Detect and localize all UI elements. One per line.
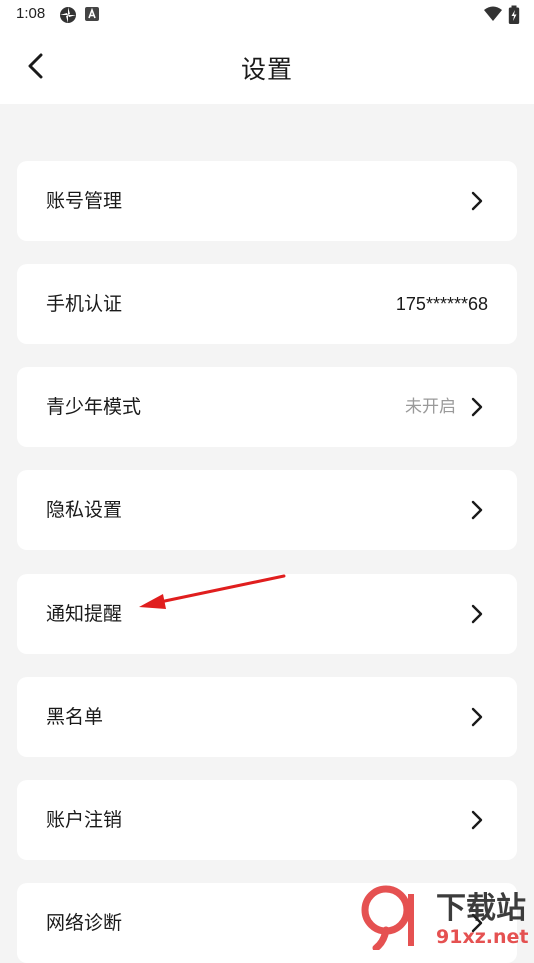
settings-item-label: 青少年模式: [46, 396, 142, 418]
settings-item-label: 黑名单: [46, 706, 104, 728]
settings-item-label: 通知提醒: [46, 603, 123, 625]
wifi-icon: [483, 5, 503, 27]
settings-item-label: 手机认证: [46, 293, 123, 315]
chevron-right-icon: [471, 500, 483, 520]
chevron-right-icon: [471, 810, 483, 830]
chevron-right-icon: [471, 604, 483, 624]
chevron-right-icon: [471, 191, 483, 211]
status-time: 1:08: [16, 5, 46, 22]
settings-item-label: 账号管理: [46, 190, 123, 212]
phone-number-value: 175******68: [395, 294, 488, 314]
settings-item-notifications[interactable]: 通知提醒: [17, 574, 517, 654]
app-notification-icon: [58, 5, 78, 29]
page-title: 设置: [240, 55, 293, 84]
settings-item-privacy[interactable]: 隐私设置: [17, 470, 517, 550]
settings-item-account-deletion[interactable]: 账户注销: [17, 780, 517, 860]
settings-item-account-management[interactable]: 账号管理: [17, 161, 517, 241]
battery-icon: [508, 5, 520, 29]
settings-item-label: 隐私设置: [46, 499, 123, 521]
chevron-right-icon: [471, 913, 483, 933]
settings-item-blacklist[interactable]: 黑名单: [17, 677, 517, 757]
chevron-right-icon: [471, 707, 483, 727]
teen-mode-status: 未开启: [405, 397, 456, 417]
app-a-icon: [84, 5, 100, 27]
top-navigation-bar: 设置: [0, 30, 534, 104]
settings-item-label: 网络诊断: [46, 912, 123, 934]
chevron-right-icon: [471, 397, 483, 417]
status-bar: 1:08: [0, 0, 534, 30]
settings-item-teen-mode[interactable]: 青少年模式 未开启: [17, 367, 517, 447]
settings-item-network-diagnosis[interactable]: 网络诊断: [17, 883, 517, 963]
settings-item-label: 账户注销: [46, 809, 123, 831]
settings-item-phone-verification[interactable]: 手机认证 175******68: [17, 264, 517, 344]
